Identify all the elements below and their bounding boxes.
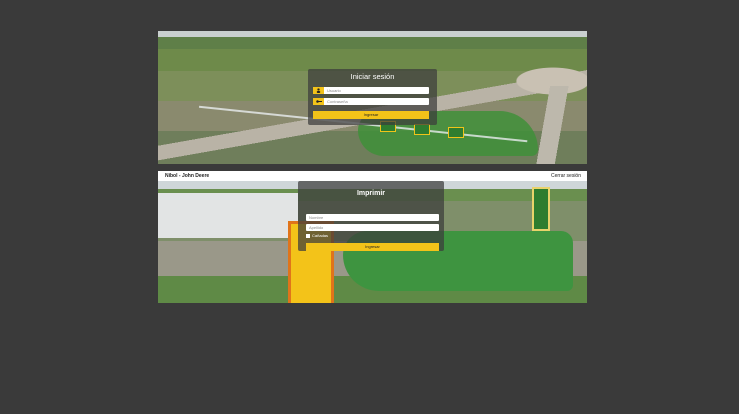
key-icon <box>313 98 324 105</box>
print-screenshot: Nibol - John Deere Cerrar sesión Imprimi… <box>158 171 587 303</box>
dealership-building <box>158 193 298 238</box>
print-card: Imprimir Nombre Apellido Cañadas Ingresa… <box>298 181 444 251</box>
lastname-field[interactable]: Apellido <box>306 224 439 231</box>
checkbox-box[interactable] <box>306 233 310 238</box>
username-placeholder: Usuario <box>327 88 341 93</box>
username-field[interactable]: Usuario <box>313 87 429 94</box>
print-title: Imprimir <box>356 190 385 197</box>
brand-title: Nibol - John Deere <box>165 173 210 179</box>
lastname-placeholder: Apellido <box>309 225 324 230</box>
password-field[interactable]: Contraseña <box>313 98 429 105</box>
login-screenshot: Iniciar sesión Usuario Contraseña Ingres… <box>158 31 587 164</box>
checkbox-label: Cañadas <box>312 233 329 238</box>
tractor-image <box>414 124 430 135</box>
john-deere-sign <box>532 187 550 231</box>
road <box>528 86 587 164</box>
tractor-image <box>448 127 464 138</box>
login-submit-button[interactable]: Ingresar <box>313 111 429 119</box>
canadas-checkbox[interactable]: Cañadas <box>306 233 328 239</box>
login-title: Iniciar sesión <box>350 72 395 81</box>
logout-link[interactable]: Cerrar sesión <box>551 171 581 181</box>
name-placeholder: Nombre <box>309 215 324 220</box>
print-submit-button[interactable]: Ingresar <box>306 243 439 251</box>
name-field[interactable]: Nombre <box>306 214 439 221</box>
top-navbar: Nibol - John Deere Cerrar sesión <box>158 171 587 181</box>
login-card: Iniciar sesión Usuario Contraseña Ingres… <box>308 69 437 125</box>
password-placeholder: Contraseña <box>327 99 348 104</box>
user-icon <box>313 87 324 94</box>
